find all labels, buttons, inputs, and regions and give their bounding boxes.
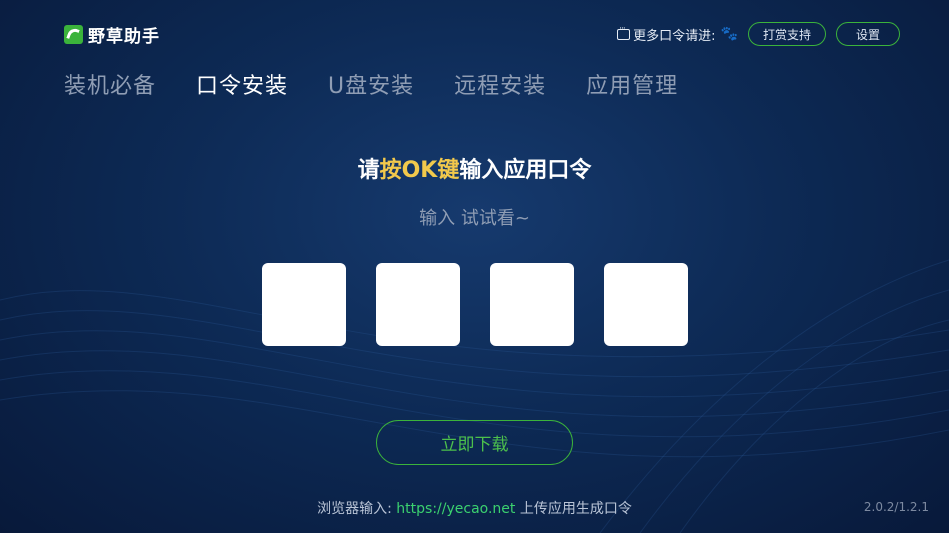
top-actions: 更多口令请进: 🐾 打赏支持 设置 <box>617 22 900 46</box>
footer-suffix: 上传应用生成口令 <box>515 501 632 517</box>
more-codes-text: 更多口令请进: <box>633 28 716 44</box>
instruction-subline: 输入 试试看~ <box>419 208 530 229</box>
tab-code-install[interactable]: 口令安装 <box>196 68 288 100</box>
download-now-button[interactable]: 立即下载 <box>376 420 573 465</box>
baidu-paw-icon: 🐾 <box>720 26 738 42</box>
tab-usb-install[interactable]: U盘安装 <box>328 68 414 100</box>
headline-highlight: 按OK键 <box>379 158 460 183</box>
code-digit-2[interactable] <box>376 263 460 346</box>
tab-essentials[interactable]: 装机必备 <box>64 68 156 100</box>
grass-logo-icon <box>64 25 83 44</box>
version-label: 2.0.2/1.2.1 <box>863 500 929 514</box>
settings-button[interactable]: 设置 <box>836 22 900 46</box>
headline-suffix: 输入应用口令 <box>459 158 592 183</box>
code-digit-4[interactable] <box>604 263 688 346</box>
footer-url: https://yecao.net <box>396 501 516 517</box>
code-input-group <box>262 263 688 346</box>
headline-prefix: 请 <box>357 158 380 183</box>
main-nav: 装机必备 口令安装 U盘安装 远程安装 应用管理 <box>64 68 678 100</box>
app-logo: 野草助手 <box>64 22 160 47</box>
footer-prefix: 浏览器输入: <box>317 501 397 517</box>
code-digit-3[interactable] <box>490 263 574 346</box>
footer-hint: 浏览器输入: https://yecao.net 上传应用生成口令 <box>0 498 949 518</box>
reward-button[interactable]: 打赏支持 <box>747 22 826 46</box>
tab-remote-install[interactable]: 远程安装 <box>454 68 546 100</box>
app-name: 野草助手 <box>88 27 160 47</box>
chat-icon <box>617 24 631 40</box>
more-codes-hint: 更多口令请进: 🐾 <box>617 24 738 44</box>
instruction-headline: 请按OK键输入应用口令 <box>0 152 949 184</box>
tab-app-manage[interactable]: 应用管理 <box>586 68 678 100</box>
code-digit-1[interactable] <box>262 263 346 346</box>
